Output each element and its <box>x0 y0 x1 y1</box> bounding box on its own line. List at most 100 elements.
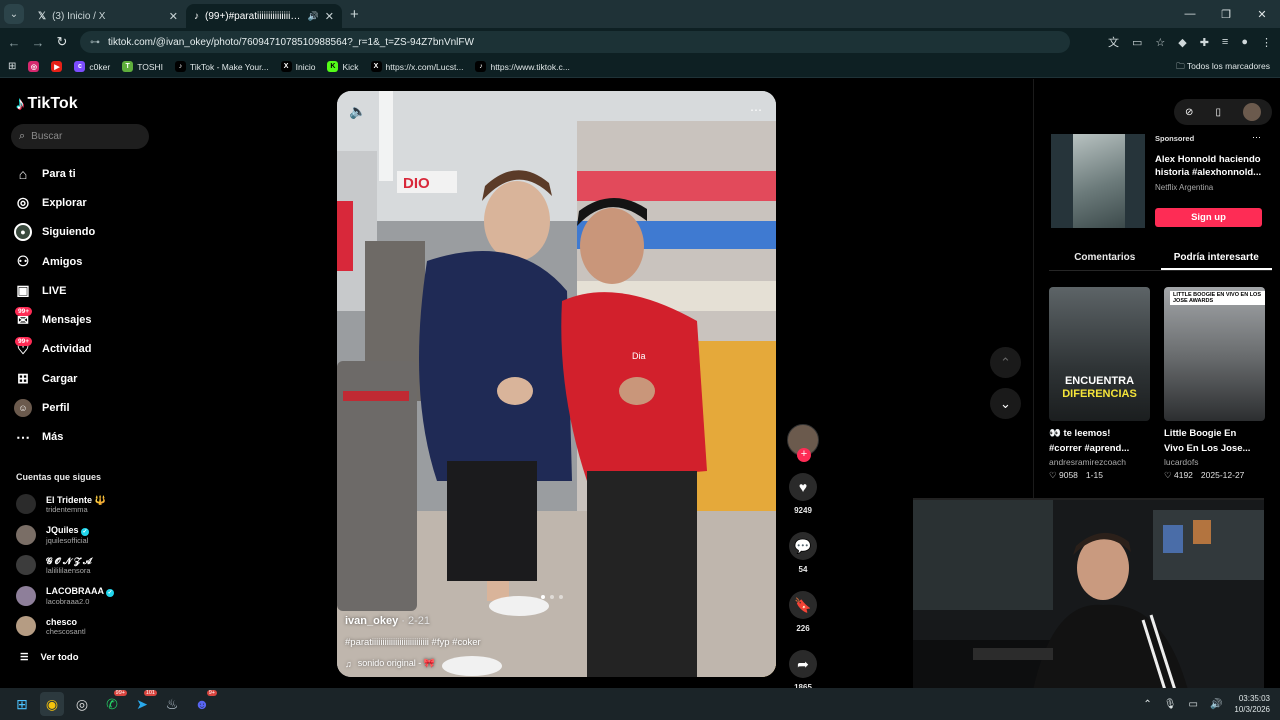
save-action[interactable]: 🔖 226 <box>789 591 817 633</box>
volume-icon[interactable]: 🔊 <box>1210 699 1222 710</box>
bookmark-toshi[interactable]: T TOSHI <box>122 61 163 72</box>
all-bookmarks-folder[interactable]: 🗀 Todos los marcadores <box>1176 61 1270 75</box>
heart-icon[interactable]: ♥ <box>789 473 817 501</box>
see-all-link[interactable]: ☰ Ver todo <box>20 652 79 663</box>
card-title[interactable]: 👀 te leemos! #correr #aprend... <box>1049 426 1150 456</box>
nav-siguiendo[interactable]: ● Siguiendo <box>14 218 95 247</box>
whatsapp-icon[interactable]: ✆ 99+ <box>100 690 127 716</box>
bookmark-tiktok[interactable]: ♪ TikTok - Make Your... <box>175 61 269 72</box>
tab-comentarios[interactable]: Comentarios <box>1049 245 1161 270</box>
share-action[interactable]: ➦1865 <box>789 650 817 692</box>
volume-icon[interactable]: 🔈 <box>349 103 366 120</box>
translate-icon[interactable]: 文 <box>1108 34 1119 50</box>
nav-mensajes[interactable]: ✉ 99+ Mensajes <box>14 305 95 334</box>
profile-avatar-icon[interactable]: ● <box>1241 36 1248 48</box>
following-account[interactable]: chesco chescosantl <box>16 611 114 642</box>
tab-x-inicio[interactable]: 𝕏 (3) Inicio / X ✕ <box>30 4 186 28</box>
nav-para-ti[interactable]: ⌂ Para ti <box>14 159 95 188</box>
follow-plus-icon[interactable]: + <box>797 448 811 462</box>
share-icon[interactable]: ➦ <box>789 650 817 678</box>
steam-icon[interactable]: ♨ <box>160 692 184 716</box>
nav-live[interactable]: ▣ LIVE <box>14 276 95 305</box>
close-tab-icon[interactable]: ✕ <box>169 10 178 23</box>
tiktok-logo[interactable]: ♪ TikTok <box>16 94 78 114</box>
cast-icon[interactable]: ▭ <box>1132 36 1142 49</box>
comment-icon[interactable]: 💬 <box>789 532 817 560</box>
ad-advertiser[interactable]: Netflix Argentina <box>1155 183 1213 192</box>
tab-podria-interesarte[interactable]: Podría interesarte <box>1160 245 1272 270</box>
following-account[interactable]: JQuiles ✓ jquilesofficial <box>16 520 114 551</box>
speaker-icon[interactable]: 🔊 <box>308 11 319 22</box>
bookmark-tiktok-url[interactable]: ♪ https://www.tiktok.c... <box>475 61 570 72</box>
nav-amigos[interactable]: ⚇ Amigos <box>14 247 95 276</box>
close-window-button[interactable]: ✕ <box>1244 0 1280 28</box>
compass-icon[interactable]: ⊘ <box>1185 107 1193 118</box>
phone-icon[interactable]: ▯ <box>1215 107 1221 118</box>
suggested-video-card[interactable]: ENCUENTRA DIFERENCIAS 👀 te leemos! #correr… <box>1049 287 1150 481</box>
nav-cargar[interactable]: ⊞ Cargar <box>14 364 95 393</box>
previous-post-button[interactable]: ⌃ <box>990 347 1021 378</box>
ad-title[interactable]: Alex Honnold haciendo historia #alexhonno… <box>1155 153 1267 179</box>
forward-button[interactable]: → <box>26 35 50 50</box>
following-account[interactable]: LACOBRAAA ✓ lacobraaa2.0 <box>16 581 115 612</box>
url-field[interactable]: ⊶ tiktok.com/@ivan_okey/photo/7609471078… <box>80 31 1070 53</box>
clock[interactable]: 03:35:03 10/3/2026 <box>1234 693 1270 715</box>
carousel-dot[interactable] <box>550 595 554 599</box>
video-thumbnail[interactable]: ENCUENTRA DIFERENCIAS <box>1049 287 1150 421</box>
following-account[interactable]: El Tridente 🔱 tridentemma <box>16 489 114 520</box>
minimize-button[interactable]: — <box>1172 0 1208 28</box>
search-box[interactable]: ⌕ <box>11 124 149 149</box>
photo-carousel-dots[interactable] <box>541 595 563 599</box>
post-username[interactable]: ivan_okey <box>345 615 398 627</box>
back-button[interactable]: ← <box>2 35 26 50</box>
author-avatar[interactable]: + <box>787 424 819 462</box>
my-avatar[interactable] <box>1242 103 1261 121</box>
card-author[interactable]: andresramirezcoach <box>1049 457 1150 467</box>
bookmark-c0ker[interactable]: c c0ker <box>74 61 110 72</box>
comment-action[interactable]: 💬 54 <box>789 532 817 574</box>
windows-start-icon[interactable]: ⊞ <box>10 692 34 716</box>
menu-icon[interactable]: ⋮ <box>1261 36 1272 49</box>
bookmark-inicio[interactable]: X Inicio <box>280 61 315 72</box>
photo-post[interactable]: DIO Dia 🔈 ⋯ ivan_okey · 2-21 #paratiiiii… <box>337 91 776 677</box>
telegram-icon[interactable]: ➤ 101 <box>130 690 157 716</box>
chrome-icon[interactable]: ◉ <box>40 692 64 716</box>
new-tab-button[interactable]: + <box>350 6 359 23</box>
like-action[interactable]: ♥ 9249 <box>789 473 817 515</box>
nav-mas[interactable]: ⋯ Más <box>14 423 95 452</box>
ad-thumbnail[interactable] <box>1051 134 1145 228</box>
tray-overflow-icon[interactable]: ⌃ <box>1143 699 1151 710</box>
discord-icon[interactable]: ☻ 9+ <box>190 690 217 716</box>
shield-icon[interactable]: ◆ <box>1178 36 1186 49</box>
network-icon[interactable]: ▭ <box>1189 699 1198 710</box>
microphone-icon[interactable]: 🎙 <box>1164 699 1177 710</box>
obs-icon[interactable]: ◎ <box>70 692 94 716</box>
extensions-icon[interactable]: ✚ <box>1200 36 1209 49</box>
carousel-dot[interactable] <box>559 595 563 599</box>
following-account[interactable]: 𝓖 𝓞 𝓝 𝓩 𝓐lalilililaensora <box>16 550 114 581</box>
tab-tiktok[interactable]: ♪ (99+)#paratiiiiiiiiiiiiiiiiiiiiii 🔊 ✕ <box>186 4 342 28</box>
bookmark-star-icon[interactable]: ☆ <box>1155 36 1165 49</box>
sign-up-button[interactable]: Sign up <box>1155 208 1262 227</box>
next-post-button[interactable]: ⌄ <box>990 388 1021 419</box>
carousel-dot[interactable] <box>541 595 545 599</box>
nav-explorar[interactable]: ◎ Explorar <box>14 188 95 217</box>
reload-button[interactable]: ↻ <box>50 34 74 50</box>
card-author[interactable]: lucardofs <box>1164 457 1265 467</box>
bookmark-icon[interactable]: 🔖 <box>789 591 817 619</box>
bookmark-kick[interactable]: K Kick <box>327 61 359 72</box>
close-tab-icon[interactable]: ✕ <box>325 10 334 23</box>
post-caption[interactable]: #paratiiiiiiiiiiiiiiiiiiiiiiiiiii #fyp #… <box>345 637 481 648</box>
reading-list-icon[interactable]: ≡ <box>1222 36 1228 48</box>
bookmark-youtube[interactable]: ▶ <box>51 61 63 72</box>
ad-options-icon[interactable]: ⋯ <box>1252 132 1261 143</box>
suggested-video-card[interactable]: LITTLE BOOGIE EN VIVO EN LOS JOSE AWARDS… <box>1164 287 1265 481</box>
search-input[interactable] <box>31 131 132 142</box>
restore-button[interactable]: ❐ <box>1208 0 1244 28</box>
apps-icon[interactable]: ⊞ <box>8 61 16 72</box>
bookmark-x-lucst[interactable]: Xhttps://x.com/Lucst... <box>370 61 463 72</box>
card-title[interactable]: Little Boogie En Vivo En Los Jose... <box>1164 426 1265 456</box>
tab-search-button[interactable]: ⌄ <box>4 4 24 24</box>
site-info-icon[interactable]: ⊶ <box>90 37 100 48</box>
more-options-icon[interactable]: ⋯ <box>750 103 762 117</box>
